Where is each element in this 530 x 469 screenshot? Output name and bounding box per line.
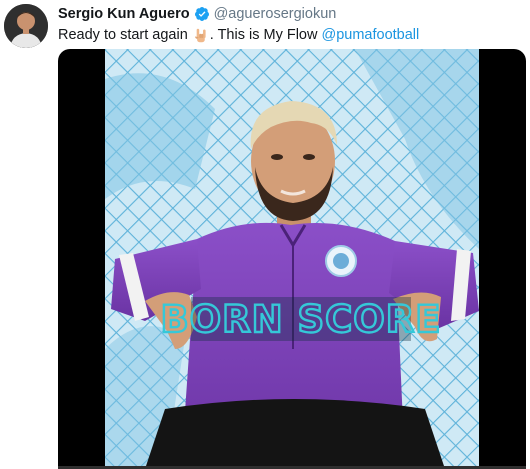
display-name[interactable]: Sergio Kun Aguero (58, 6, 190, 22)
tweet-video[interactable]: BORN SCORE (58, 49, 526, 469)
mention-link[interactable]: @pumafootball (321, 27, 419, 43)
username[interactable]: @aguerosergiokun (214, 6, 337, 22)
tweet-text: Ready to start again . This is My Flow @… (58, 25, 419, 45)
tweet-text-part-1: Ready to start again (58, 27, 188, 43)
video-thumbnail: BORN SCORE (105, 49, 479, 469)
avatar[interactable] (4, 4, 48, 48)
video-overlay-text: BORN SCORE (160, 298, 441, 341)
tweet-card: Sergio Kun Aguero @aguerosergiokun Ready… (0, 0, 530, 469)
tweet-text-part-2: . This is My Flow (209, 27, 318, 43)
sign-of-the-horns-emoji-icon (192, 27, 209, 44)
avatar-image (4, 4, 48, 48)
verified-badge-icon (194, 6, 210, 22)
tweet-header: Sergio Kun Aguero @aguerosergiokun (58, 4, 336, 24)
video-frame: BORN SCORE (105, 49, 479, 469)
